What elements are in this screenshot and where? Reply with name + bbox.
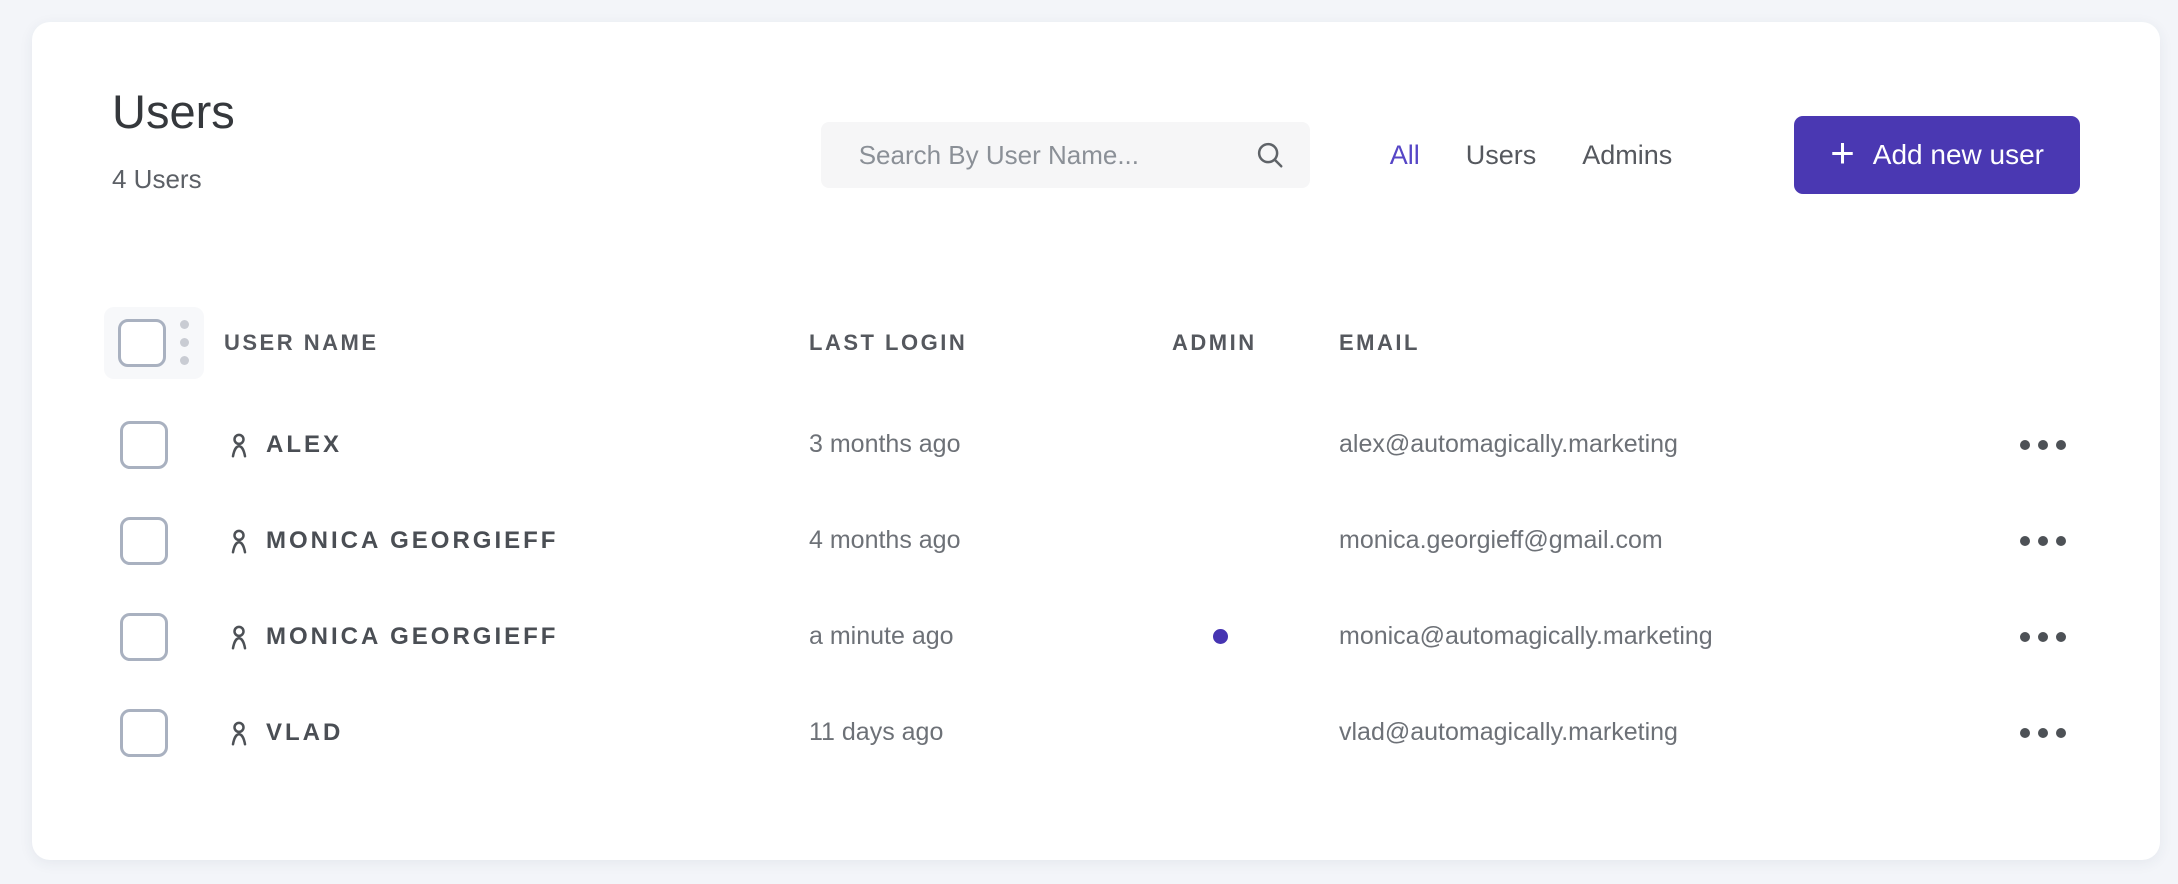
table-row: MONICA GEORGIEFF a minute ago monica@aut… [112, 589, 2080, 685]
header-admin: ADMIN [1172, 329, 1257, 355]
person-icon [231, 433, 247, 458]
header-select-cell [104, 306, 207, 379]
user-name: MONICA GEORGIEFF [266, 622, 559, 650]
last-login: 3 months ago [809, 430, 961, 459]
select-all-wrap [104, 306, 204, 379]
table-body: ALEX 3 months ago alex@automagically.mar… [112, 397, 2080, 781]
user-email: alex@automagically.marketing [1339, 430, 1678, 459]
tab-all[interactable]: All [1390, 140, 1420, 171]
row-checkbox[interactable] [120, 612, 168, 661]
tab-admins[interactable]: Admins [1582, 140, 1672, 171]
page-title: Users [112, 85, 235, 138]
person-icon [231, 529, 247, 554]
table-row: VLAD 11 days ago vlad@automagically.mark… [112, 685, 2080, 781]
search-input[interactable] [856, 138, 1254, 172]
user-name: VLAD [266, 718, 344, 746]
last-login: a minute ago [809, 622, 954, 651]
person-icon [231, 721, 247, 746]
row-actions-icon[interactable] [2016, 624, 2070, 650]
row-checkbox[interactable] [120, 708, 168, 757]
row-checkbox[interactable] [120, 420, 168, 469]
add-user-button[interactable]: + Add new user [1794, 116, 2080, 194]
search-icon[interactable] [1254, 139, 1286, 171]
user-name: MONICA GEORGIEFF [266, 526, 559, 554]
table-row: MONICA GEORGIEFF 4 months ago monica.geo… [112, 493, 2080, 589]
header-last-login: LAST LOGIN [809, 329, 968, 355]
table-row: ALEX 3 months ago alex@automagically.mar… [112, 397, 2080, 493]
select-all-checkbox[interactable] [118, 318, 166, 367]
user-count: 4 Users [112, 163, 202, 194]
tab-users[interactable]: Users [1466, 140, 1537, 171]
table-header: USER NAME LAST LOGIN ADMIN EMAIL [104, 306, 2080, 379]
users-panel: Users 4 Users All Users Admins + [32, 22, 2160, 860]
row-actions-icon[interactable] [2016, 432, 2070, 458]
header-user-name: USER NAME [224, 329, 379, 355]
row-checkbox[interactable] [120, 516, 168, 565]
add-user-label: Add new user [1872, 139, 2044, 170]
filter-tabs: All Users Admins [1390, 140, 1673, 171]
row-actions-icon[interactable] [2016, 528, 2070, 554]
header-email: EMAIL [1339, 329, 1420, 355]
kebab-menu-icon[interactable] [176, 316, 193, 369]
last-login: 4 months ago [809, 526, 961, 555]
row-actions-icon[interactable] [2016, 720, 2070, 746]
users-table: USER NAME LAST LOGIN ADMIN EMAIL ALEX 3 … [104, 306, 2080, 781]
admin-indicator-dot [1213, 629, 1228, 645]
plus-icon: + [1830, 129, 1855, 176]
search-box[interactable] [820, 122, 1310, 188]
user-email: monica.georgieff@gmail.com [1339, 526, 1663, 555]
user-name: ALEX [266, 430, 343, 458]
title-block: Users 4 Users [112, 86, 412, 195]
header-controls: All Users Admins + Add new user [820, 116, 2080, 194]
last-login: 11 days ago [809, 718, 944, 747]
user-email: monica@automagically.marketing [1339, 622, 1713, 651]
person-icon [231, 625, 247, 650]
topbar: Users 4 Users All Users Admins + [112, 86, 2080, 195]
user-email: vlad@automagically.marketing [1339, 718, 1678, 747]
